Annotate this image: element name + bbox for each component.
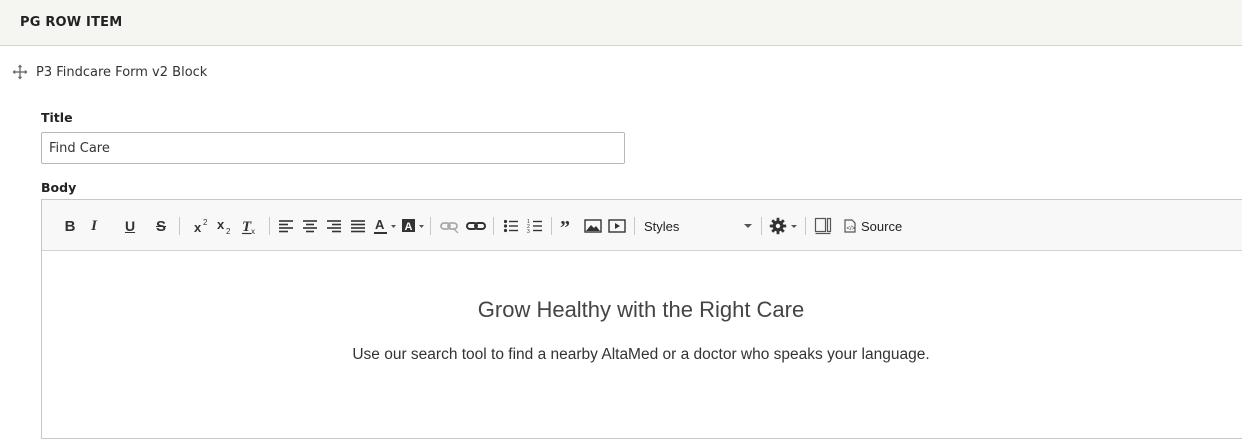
title-input[interactable] (41, 132, 625, 164)
svg-text:A: A (375, 217, 385, 232)
align-right-icon[interactable] (326, 217, 342, 235)
superscript-icon[interactable]: x 2 (193, 217, 211, 235)
section-header: PG ROW ITEM (0, 0, 1242, 46)
svg-text:A: A (405, 221, 413, 233)
numbered-list-icon[interactable]: 123 (527, 217, 543, 235)
svg-text:</>: </> (847, 226, 856, 232)
styles-dropdown[interactable]: Styles (644, 217, 754, 235)
italic-button[interactable]: I (87, 217, 101, 235)
show-blocks-icon[interactable] (814, 217, 832, 235)
bulleted-list-icon[interactable] (503, 217, 519, 235)
text-color-icon[interactable]: A (373, 217, 397, 235)
bold-button[interactable]: B (63, 217, 77, 235)
chevron-down-icon (744, 224, 752, 228)
svg-text:”: ” (560, 217, 570, 235)
unlink-icon[interactable] (440, 217, 460, 235)
source-label: Source (861, 218, 903, 234)
title-label: Title (41, 110, 73, 125)
media-embed-icon[interactable] (608, 217, 626, 235)
underline-button[interactable]: U (123, 217, 137, 235)
content-subtext: Use our search tool to find a nearby Alt… (352, 346, 930, 363)
editor-toolbar: B I U S x 2 x 2 T x A A 1 2 3 ” Styles <… (42, 200, 1242, 251)
drag-move-icon[interactable] (12, 64, 28, 80)
subscript-icon[interactable]: x 2 (216, 217, 234, 235)
svg-text:x: x (194, 220, 202, 235)
content-heading: Grow Healthy with the Right Care (477, 297, 805, 322)
svg-text:x: x (251, 227, 255, 235)
align-center-icon[interactable] (302, 217, 318, 235)
image-icon[interactable] (584, 217, 602, 235)
svg-text:3: 3 (527, 229, 530, 235)
section-title: PG ROW ITEM (20, 15, 123, 30)
remove-format-icon[interactable]: T x (240, 217, 258, 235)
svg-text:x: x (217, 217, 225, 232)
blockquote-icon[interactable]: ” (560, 217, 576, 235)
body-editor: B I U S x 2 x 2 T x A A 1 2 3 ” Styles <… (41, 199, 1242, 439)
background-color-icon[interactable]: A (401, 217, 425, 235)
source-document-icon: </> (844, 219, 856, 233)
source-button[interactable]: </> Source (844, 217, 914, 235)
body-label: Body (41, 180, 77, 195)
svg-text:2: 2 (203, 218, 208, 227)
strikethrough-button[interactable]: S (154, 217, 168, 235)
row-item-label: P3 Findcare Form v2 Block (36, 64, 208, 80)
align-left-icon[interactable] (278, 217, 294, 235)
align-justify-icon[interactable] (350, 217, 366, 235)
link-icon[interactable] (466, 217, 486, 235)
row-item: P3 Findcare Form v2 Block (12, 63, 207, 81)
styles-dropdown-label: Styles (644, 218, 680, 234)
svg-text:2: 2 (226, 227, 231, 235)
settings-gear-icon[interactable] (769, 217, 799, 235)
